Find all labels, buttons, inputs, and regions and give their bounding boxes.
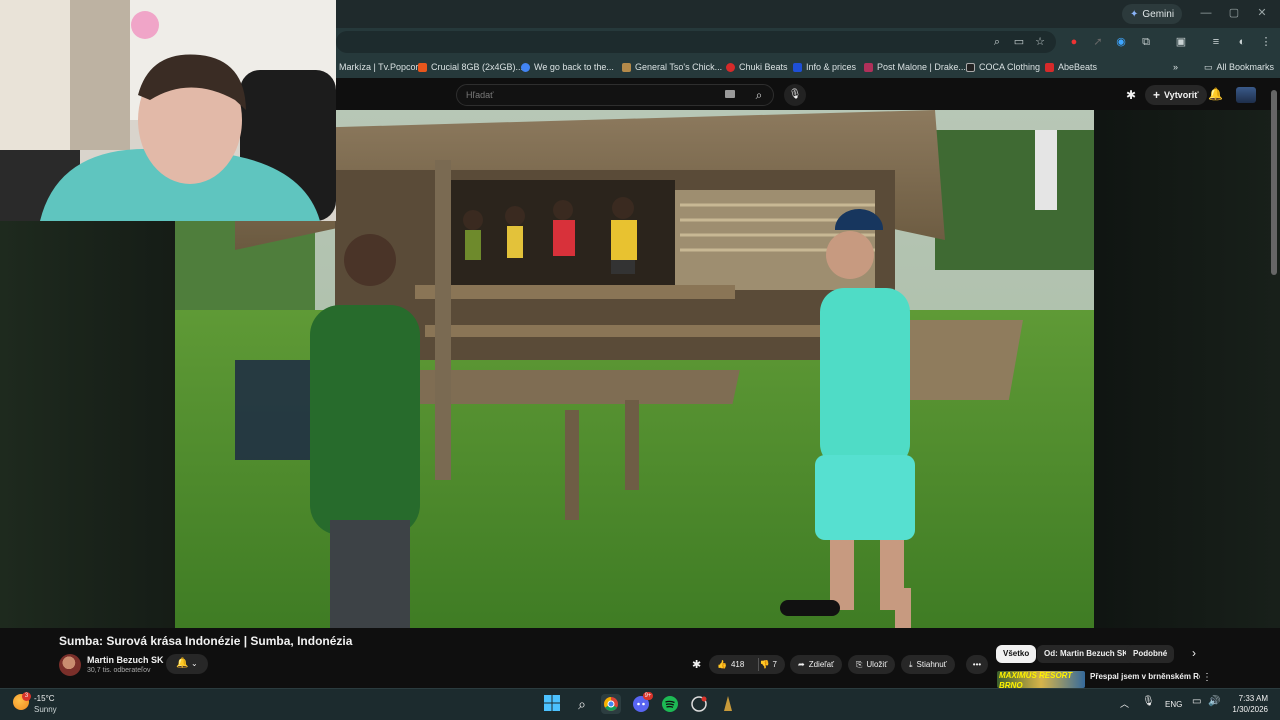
folder-icon: ▭ <box>1204 61 1213 72</box>
bookmark-favicon-icon <box>521 62 530 72</box>
chip-all[interactable]: Všetko <box>996 645 1037 663</box>
language-indicator[interactable]: ENG <box>1165 700 1182 709</box>
video-title: Sumba: Surová krása Indonézie | Sumba, I… <box>59 634 353 648</box>
maximize-button[interactable]: ▢ <box>1224 5 1244 21</box>
subscription-bell-button[interactable]: 🔔 ⌄ <box>166 654 208 674</box>
bookmark-item[interactable]: Markíza | Tv.Popcor... <box>326 60 426 74</box>
voice-search-button[interactable]: 🎙 <box>784 84 806 106</box>
address-bar[interactable] <box>336 31 1056 53</box>
recommended-menu-icon[interactable]: ⋮ <box>1202 672 1212 683</box>
bookmark-item[interactable]: Chuki Beats <box>726 60 788 74</box>
like-divider <box>758 658 759 671</box>
weather-condition[interactable]: Sunny <box>34 705 57 714</box>
bookmark-favicon-icon <box>418 62 427 72</box>
account-avatar[interactable] <box>1236 87 1256 103</box>
all-bookmarks-button[interactable]: ▭ All Bookmarks <box>1204 60 1274 74</box>
search-icon: ⌕ <box>755 88 763 102</box>
keyboard-icon[interactable] <box>725 90 735 98</box>
chevron-right-icon[interactable]: › <box>1192 646 1196 660</box>
bookmark-favicon-icon <box>864 62 873 72</box>
windows-start-icon[interactable] <box>543 694 563 714</box>
chip-from-channel[interactable]: Od: Martin Bezuch SK <box>1037 645 1136 663</box>
bookmark-favicon-icon <box>1045 62 1054 72</box>
music-app-taskbar-icon[interactable] <box>689 694 709 714</box>
bookmark-favicon-icon <box>622 62 631 72</box>
zoom-icon[interactable]: ⌕ <box>989 34 1005 50</box>
recommended-title[interactable]: Přespal jsem v brněnském Resortu Maximus… <box>1090 672 1200 688</box>
close-button[interactable]: ✕ <box>1252 5 1272 21</box>
minimize-button[interactable]: — <box>1196 5 1216 21</box>
tray-chevron-up-icon[interactable]: ︿ <box>1120 697 1129 710</box>
like-dislike-group: 👍 418 👎 7 <box>709 655 785 674</box>
recommended-thumbnail[interactable]: MAXIMUS RESORT BRNO <box>997 671 1085 688</box>
dislike-button[interactable]: 👎 7 <box>760 660 777 669</box>
bookmark-item[interactable]: We go back to the... <box>521 60 614 74</box>
create-button[interactable]: + Vytvoriť <box>1145 85 1207 105</box>
chip-related[interactable]: Podobné <box>1126 645 1175 663</box>
gemini-icon: ✦ <box>1130 8 1139 20</box>
network-icon[interactable]: ▭ <box>1192 696 1201 707</box>
plus-icon: + <box>1153 88 1161 102</box>
download-icon: ⤓ <box>909 659 913 669</box>
reading-list-icon[interactable]: ≡ <box>1208 34 1224 50</box>
save-button[interactable]: ⎘ Uložiť <box>848 655 896 674</box>
bookmark-item[interactable]: COCA Clothing <box>966 60 1040 74</box>
system-clock[interactable]: 7:33 AM 1/30/2026 <box>1224 693 1268 715</box>
extension-icon[interactable]: ➚ <box>1090 34 1106 50</box>
bookmark-item[interactable]: AbeBeats <box>1045 60 1097 74</box>
download-button[interactable]: ⤓ Stiahnuť <box>901 655 955 674</box>
page-scrollbar[interactable] <box>1271 90 1277 275</box>
microphone-tray-icon[interactable]: 🎙 <box>1142 696 1155 707</box>
gemini-button[interactable]: ✦ Gemini <box>1122 4 1183 24</box>
bookmark-favicon-icon <box>726 62 735 72</box>
thumbs-up-icon: 👍 <box>717 660 727 669</box>
opera-extension-icon[interactable]: ● <box>1066 34 1082 50</box>
bookmark-item[interactable]: General Tso's Chick... <box>622 60 722 74</box>
bookmark-item[interactable]: Info & prices <box>793 60 856 74</box>
subscriber-count: 30,7 tis. odberateľov <box>87 667 151 674</box>
chrome-taskbar-icon[interactable] <box>601 694 621 714</box>
more-actions-button[interactable]: ••• <box>966 655 988 674</box>
bookmark-star-icon[interactable]: ☆ <box>1032 34 1048 50</box>
more-bookmarks-button[interactable]: » <box>1173 60 1178 74</box>
split-view-icon[interactable]: ▣ <box>1173 34 1189 50</box>
weather-temperature[interactable]: -15°C <box>34 694 55 703</box>
share-button[interactable]: ➦ Zdieľať <box>790 655 843 674</box>
search-button[interactable]: ⌕ <box>744 84 774 106</box>
bookmark-item[interactable]: Post Malone | Drake... <box>864 60 966 74</box>
microphone-icon: 🎙 <box>788 89 802 100</box>
sparkle-icon[interactable]: ✱ <box>1126 88 1136 102</box>
bookmark-favicon-icon <box>966 62 975 72</box>
audio-extension-icon[interactable]: ◉ <box>1113 34 1129 50</box>
spotify-taskbar-icon[interactable] <box>660 694 680 714</box>
search-icon[interactable]: ⌕ <box>572 694 592 714</box>
like-button[interactable]: 👍 418 <box>717 660 744 669</box>
bookmark-icon: ⎘ <box>856 659 863 669</box>
thumbs-down-icon: 👎 <box>759 660 770 669</box>
bell-icon: 🔔 <box>176 658 189 669</box>
menu-kebab-icon[interactable]: ⋮ <box>1258 34 1274 50</box>
extensions-puzzle-icon[interactable]: ⧉ <box>1138 34 1154 50</box>
volume-icon[interactable]: 🔊 <box>1208 696 1220 707</box>
webcam-image <box>0 0 336 221</box>
ask-sparkle-icon[interactable]: ✱ <box>692 658 701 671</box>
gemini-label: Gemini <box>1142 8 1175 20</box>
chevron-down-icon: ⌄ <box>188 659 198 668</box>
profile-avatar-icon[interactable]: ◐ <box>1234 34 1250 50</box>
discord-badge: 9+ <box>643 692 653 700</box>
webcam-overlay <box>0 0 336 221</box>
bookmark-favicon-icon <box>793 62 802 72</box>
cast-icon[interactable]: ▭ <box>1011 34 1027 50</box>
weather-badge: 3 <box>22 692 31 701</box>
clock-date: 1/30/2026 <box>1232 705 1268 714</box>
channel-avatar[interactable] <box>59 654 81 676</box>
clock-time: 7:33 AM <box>1238 694 1268 703</box>
notifications-bell-icon[interactable]: 🔔 <box>1208 87 1223 101</box>
share-arrow-icon: ➦ <box>798 660 805 669</box>
bookmark-item[interactable]: Crucial 8GB (2x4GB)... <box>418 60 523 74</box>
game-taskbar-icon[interactable] <box>718 694 738 714</box>
channel-name[interactable]: Martin Bezuch SK <box>87 655 164 665</box>
